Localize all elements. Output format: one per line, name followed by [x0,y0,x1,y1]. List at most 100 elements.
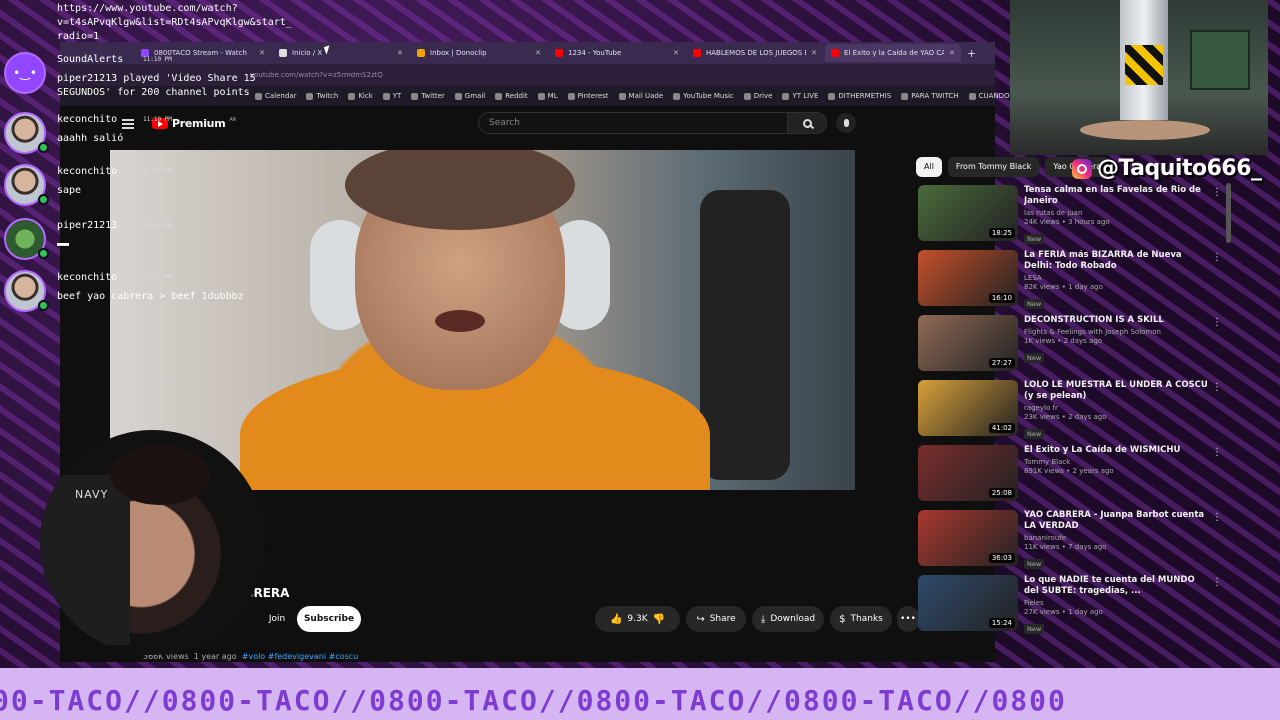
search-button[interactable] [787,112,827,134]
upload-date: 1 year ago [193,652,237,661]
bookmark-item[interactable]: YouTube Music [673,92,734,100]
subscribe-label: Subscribe [303,614,355,624]
search-input[interactable]: Search [478,112,788,134]
recommendation-title[interactable]: La FERIA más BIZARRA de Nueva Delhi: Tod… [1024,250,1209,272]
video-thumbnail[interactable]: 27:27 [918,315,1018,371]
bookmark-item[interactable]: Mail Uade [618,92,664,100]
recommendation-item[interactable]: 16:10 La FERIA más BIZARRA de Nueva Delhi… [918,248,1228,313]
close-tab-icon[interactable]: ✕ [535,49,541,57]
recommendation-title[interactable]: YAO CABRERA - Juanpa Barbot cuenta LA VE… [1024,510,1209,532]
bookmark-item[interactable]: Pinterest [567,92,609,100]
voice-search-button[interactable] [836,113,856,133]
bookmark-item[interactable]: Twitter [411,92,445,100]
more-options-icon[interactable]: ⋮ [1212,382,1222,393]
video-thumbnail[interactable]: 15:24 [918,575,1018,631]
bookmark-item[interactable]: CUANDO P [968,92,1016,100]
recommendation-item[interactable]: 41:02 LOLO LE MUESTRA EL UNDER A COSCU (y… [918,378,1228,443]
bookmark-item[interactable]: Gmail [454,92,485,100]
recommendation-item[interactable]: 18:25 Tensa calma en las Favelas de Rio d… [918,183,1228,248]
recommendation-item[interactable]: 25:08 El Éxito y La Caída de WISMICHU Tomm… [918,443,1228,508]
recommendation-channel[interactable]: Fieles [1024,599,1209,607]
bookmark-icon [454,92,462,100]
bookmark-item[interactable]: Reddit [495,92,528,100]
recommendation-title[interactable]: LOLO LE MUESTRA EL UNDER A COSCU (y se p… [1024,380,1209,402]
bookmark-item[interactable]: PARA TWITCH [901,92,959,100]
chat-url-line: radio=1 [57,31,100,42]
filter-chip[interactable]: All [916,157,942,177]
recommendation-title[interactable]: Lo que NADIE te cuenta del MUNDO del SUB… [1024,575,1209,597]
close-tab-icon[interactable]: ✕ [811,49,817,57]
hashtags[interactable]: #volo #fedevigevani #coscu [242,652,359,661]
bookmark-item[interactable]: DITHERMETHIS [828,92,891,100]
thumbs-up-icon[interactable]: 👍 [610,614,622,625]
recommendation-channel[interactable]: Flights & Feelings with Joseph Solomon [1024,328,1209,336]
more-options-icon[interactable]: ⋮ [1212,187,1222,198]
video-thumbnail[interactable]: 16:10 [918,250,1018,306]
video-thumbnail[interactable]: 36:03 [918,510,1018,566]
recommendation-channel[interactable]: bananiroufe [1024,534,1209,542]
thanks-button[interactable]: $ Thanks [830,606,892,632]
bookmark-label: Mail Uade [628,92,664,100]
recommendation-item[interactable]: 36:03 YAO CABRERA - Juanpa Barbot cuenta … [918,508,1228,573]
bookmark-icon [348,92,356,100]
subscribe-button[interactable]: Subscribe [297,606,361,632]
more-options-icon[interactable]: ⋮ [1212,512,1222,523]
chat-username[interactable]: piper21213 [57,220,117,231]
more-options-icon[interactable]: ⋮ [1212,447,1222,458]
recommendation-meta: 1K views • 2 days ago [1024,337,1103,345]
download-button[interactable]: ⤓ Download [752,606,824,632]
chat-timestamp: 11:10 PM [143,56,172,63]
new-tab-button[interactable]: + [967,47,976,60]
bookmark-item[interactable]: YT LIVE [782,92,818,100]
chat-username[interactable]: SoundAlerts [57,54,123,65]
bookmark-icon [567,92,575,100]
thanks-icon: $ [839,613,846,625]
recommendation-meta: 23K views • 2 days ago [1024,413,1107,421]
recommendation-info: DECONSTRUCTION IS A SKILL Flights & Feeli… [1024,315,1209,364]
more-actions-button[interactable]: ••• [897,606,919,632]
chat-username[interactable]: keconchito [57,166,117,177]
bookmark-item[interactable]: Twitch [306,92,338,100]
chat-username[interactable]: keconchito [57,114,117,125]
chat-timestamp: 11:11 PM [143,274,172,281]
tab-label: HABLEMOS DE LOS JUEGOS DE [706,49,807,57]
like-dislike-group[interactable]: 👍 9.3K 👎 [595,606,680,632]
browser-tab[interactable]: 1234 - YouTube ✕ [549,44,685,62]
browser-tab[interactable]: Inbox | Donoclip ✕ [411,44,547,62]
browser-tab[interactable]: El Éxito y la Caída de YAO CABRE ✕ [825,44,961,62]
chat-username[interactable]: keconchito [57,272,117,283]
recommendation-title[interactable]: Tensa calma en las Favelas de Rio de Jan… [1024,185,1209,207]
bookmark-item[interactable]: YT [382,92,401,100]
chat-message: SEGUNDOS' for 200 channel points [57,87,250,98]
close-tab-icon[interactable]: ✕ [397,49,403,57]
video-thumbnail[interactable]: 41:02 [918,380,1018,436]
video-thumbnail[interactable]: 25:08 [918,445,1018,501]
bookmark-item[interactable]: Drive [743,92,772,100]
recommendation-channel[interactable]: LESA [1024,274,1209,282]
close-tab-icon[interactable]: ✕ [673,49,679,57]
video-thumbnail[interactable]: 18:25 [918,185,1018,241]
search-placeholder: Search [489,118,520,128]
join-button[interactable]: Join [264,606,290,632]
more-options-icon[interactable]: ⋮ [1212,577,1222,588]
share-button[interactable]: ↪ Share [686,606,746,632]
bottom-ticker: 00-TACO//0800-TACO//0800-TACO//0800-TACO… [0,668,1280,720]
scrollbar[interactable] [1226,183,1231,243]
close-tab-icon[interactable]: ✕ [949,49,955,57]
thumbs-down-icon[interactable]: 👎 [653,614,665,625]
more-options-icon[interactable]: ⋮ [1212,252,1222,263]
recommendation-item[interactable]: 15:24 Lo que NADIE te cuenta del MUNDO de… [918,573,1228,638]
recommendation-channel[interactable]: Tommy Black [1024,458,1209,466]
filter-chip[interactable]: From Tommy Black [947,157,1040,177]
recommendation-title[interactable]: DECONSTRUCTION IS A SKILL [1024,315,1209,326]
bookmark-item[interactable]: Kick [348,92,373,100]
recommendation-channel[interactable]: las rutas de juan [1024,209,1209,217]
recommendation-title[interactable]: El Éxito y La Caída de WISMICHU [1024,445,1209,456]
browser-tab[interactable]: HABLEMOS DE LOS JUEGOS DE ✕ [687,44,823,62]
recommendation-channel[interactable]: rageylo fr [1024,404,1209,412]
recommendation-item[interactable]: 27:27 DECONSTRUCTION IS A SKILL Flights & … [918,313,1228,378]
bookmark-item[interactable]: ML [537,92,558,100]
microphone-icon [843,119,849,127]
more-options-icon[interactable]: ⋮ [1212,317,1222,328]
chat-url-line: https://www.youtube.com/watch? [57,3,238,14]
